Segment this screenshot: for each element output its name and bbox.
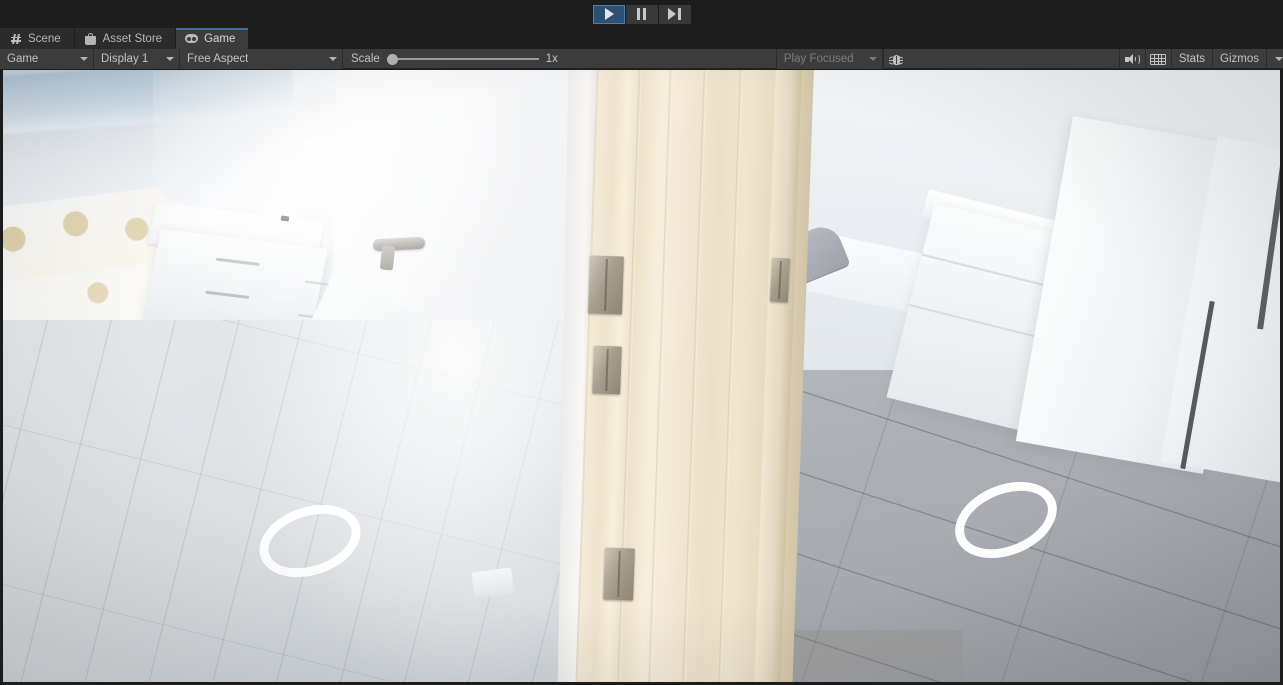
- toolbar-spacer: [565, 49, 776, 68]
- scale-slider-track: [386, 58, 539, 60]
- tab-game-label: Game: [204, 32, 236, 45]
- aspect-ratio-dropdown[interactable]: Free Aspect: [180, 49, 343, 69]
- display-dropdown[interactable]: Display 1: [94, 49, 180, 69]
- speaker-icon: [1124, 53, 1141, 65]
- play-control-group: [592, 4, 691, 24]
- chevron-down-icon: [868, 57, 877, 61]
- bug-icon: [889, 53, 904, 66]
- play-mode-label: Play Focused: [783, 53, 854, 65]
- scale-label: Scale: [351, 53, 380, 65]
- scale-slider-handle[interactable]: [386, 53, 398, 65]
- tab-scene-label: Scene: [28, 32, 61, 45]
- tab-scene[interactable]: Scene: [0, 28, 75, 49]
- gizmos-label: Gizmos: [1220, 53, 1260, 65]
- tab-game[interactable]: Game: [176, 28, 250, 49]
- tab-asset-store-label: Asset Store: [102, 32, 163, 45]
- scale-value: 1x: [545, 53, 558, 65]
- chevron-down-icon: [329, 57, 337, 61]
- mute-audio-button[interactable]: [1118, 49, 1145, 69]
- door-bottom-trim: [471, 567, 515, 599]
- gamepad-icon: [185, 32, 199, 45]
- asset-store-bag-icon: [84, 32, 97, 45]
- tab-asset-store[interactable]: Asset Store: [74, 28, 177, 49]
- toolbar-spacer-right: [908, 49, 1119, 68]
- scale-control: Scale 1x: [343, 49, 566, 69]
- debug-button[interactable]: [882, 49, 909, 69]
- stats-label: Stats: [1178, 53, 1206, 65]
- gizmos-dropdown-button[interactable]: [1266, 49, 1283, 69]
- door-hinge-bottom: [603, 547, 635, 601]
- pause-button[interactable]: [625, 4, 658, 24]
- pause-icon: [637, 8, 646, 20]
- chevron-down-icon: [1275, 57, 1283, 61]
- enter-play-mode-maximized-button[interactable]: [1144, 49, 1171, 69]
- stats-button[interactable]: Stats: [1170, 49, 1212, 69]
- step-forward-icon: [668, 8, 681, 20]
- rendered-scene: [3, 70, 1280, 682]
- scale-slider[interactable]: [386, 49, 539, 69]
- door-hinge-top: [587, 255, 625, 315]
- play-button[interactable]: [592, 4, 625, 24]
- scene-grid-icon: [9, 32, 22, 45]
- chevron-down-icon: [80, 57, 88, 61]
- step-button[interactable]: [658, 4, 691, 24]
- aspect-ratio-label: Free Aspect: [187, 53, 249, 65]
- play-icon: [605, 8, 614, 20]
- unity-editor-window: Scene Asset Store Game Game Display 1 Fr…: [0, 0, 1283, 685]
- game-view-canvas[interactable]: [3, 70, 1280, 682]
- gizmos-button[interactable]: Gizmos: [1212, 49, 1266, 69]
- chevron-down-icon: [166, 57, 174, 61]
- door-hinge-middle: [592, 345, 622, 395]
- display-label: Display 1: [101, 53, 149, 65]
- play-mode-dropdown[interactable]: Play Focused: [775, 49, 883, 69]
- view-mode-label: Game: [7, 53, 39, 65]
- play-controls-bar: [0, 0, 1283, 28]
- view-mode-dropdown[interactable]: Game: [0, 49, 94, 69]
- latch-plate: [769, 257, 791, 303]
- game-view-toolbar: Game Display 1 Free Aspect Scale 1x Play…: [0, 49, 1283, 69]
- grid-keyboard-icon: [1150, 53, 1167, 65]
- window-glow: [153, 70, 573, 370]
- panel-tab-strip: Scene Asset Store Game: [0, 28, 1283, 49]
